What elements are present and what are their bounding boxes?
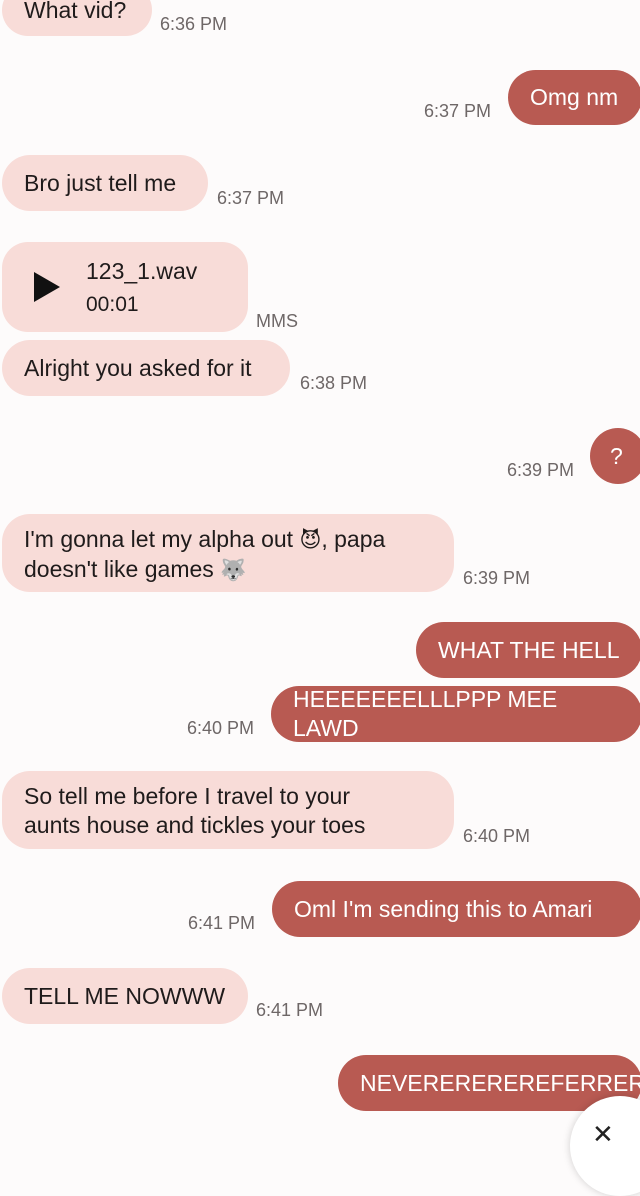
message-text: HEEEEEEELLLPPP MEE LAWD — [293, 686, 558, 741]
message-timestamp: 6:39 PM — [463, 568, 531, 588]
message-timestamp: 6:38 PM — [300, 373, 368, 393]
message-bubble-outgoing[interactable]: ? — [590, 428, 640, 484]
message-text: What vid? — [24, 0, 127, 23]
message-bubble-incoming[interactable]: What vid? — [2, 0, 152, 36]
message-bubble-incoming[interactable]: Bro just tell me — [2, 155, 208, 211]
message-timestamp: 6:39 PM — [507, 460, 575, 480]
message-timestamp: 6:37 PM — [217, 188, 285, 208]
message-text: NEVEREREREREFERRER — [360, 1069, 640, 1096]
message-timestamp: 6:37 PM — [424, 101, 492, 121]
message-bubble-outgoing[interactable]: Oml I'm sending this to Amari — [272, 881, 640, 937]
audio-duration: 00:01 — [86, 293, 139, 316]
wolf-emoji: 🐺 — [220, 558, 247, 582]
message-text: , papa — [321, 526, 386, 552]
message-bubble-incoming[interactable]: So tell me before I travel to your aunts… — [2, 771, 454, 849]
chevron-down-icon: ✕ — [592, 1120, 614, 1150]
message-text: Omg nm — [530, 84, 619, 110]
message-bubble-outgoing[interactable]: WHAT THE HELL — [416, 622, 640, 678]
message-timestamp: 6:40 PM — [463, 826, 531, 846]
message-text: So tell me before I travel to your — [24, 783, 350, 809]
message-bubble-outgoing[interactable]: Omg nm — [508, 70, 640, 125]
message-text: Oml I'm sending this to Amari — [294, 895, 593, 922]
message-bubble-incoming[interactable]: TELL ME NOWWW — [2, 968, 248, 1024]
message-line: doesn't like games 🐺 — [24, 555, 432, 585]
audio-attachment[interactable]: 123_1.wav 00:01 — [2, 242, 248, 332]
message-bubble-outgoing[interactable]: HEEEEEEELLLPPP MEE LAWD — [271, 686, 640, 742]
message-text: WHAT THE HELL — [438, 636, 620, 663]
message-bubble-incoming[interactable]: Alright you asked for it — [2, 340, 290, 396]
message-text: Alright you asked for it — [24, 354, 252, 381]
message-bubble-incoming[interactable]: I'm gonna let my alpha out 😈, papa doesn… — [2, 514, 454, 592]
message-text: doesn't like games — [24, 556, 214, 582]
message-text: Bro just tell me — [24, 169, 177, 196]
message-type-tag: MMS — [256, 311, 298, 331]
message-timestamp: 6:40 PM — [187, 718, 255, 738]
message-text: I'm gonna let my alpha out — [24, 526, 294, 552]
scroll-to-bottom-button[interactable]: ✕ — [570, 1096, 640, 1196]
smiling-devil-emoji: 😈 — [299, 528, 322, 552]
message-timestamp: 6:36 PM — [160, 14, 228, 34]
play-icon[interactable] — [34, 272, 60, 302]
message-timestamp: 6:41 PM — [256, 1000, 324, 1020]
message-timestamp: 6:41 PM — [188, 913, 256, 933]
message-text: aunts house and tickles your toes — [24, 812, 366, 838]
message-line: I'm gonna let my alpha out 😈, papa — [24, 525, 432, 555]
audio-file-name: 123_1.wav — [86, 258, 198, 284]
message-text: TELL ME NOWWW — [24, 982, 226, 1009]
message-text: ? — [610, 442, 623, 469]
